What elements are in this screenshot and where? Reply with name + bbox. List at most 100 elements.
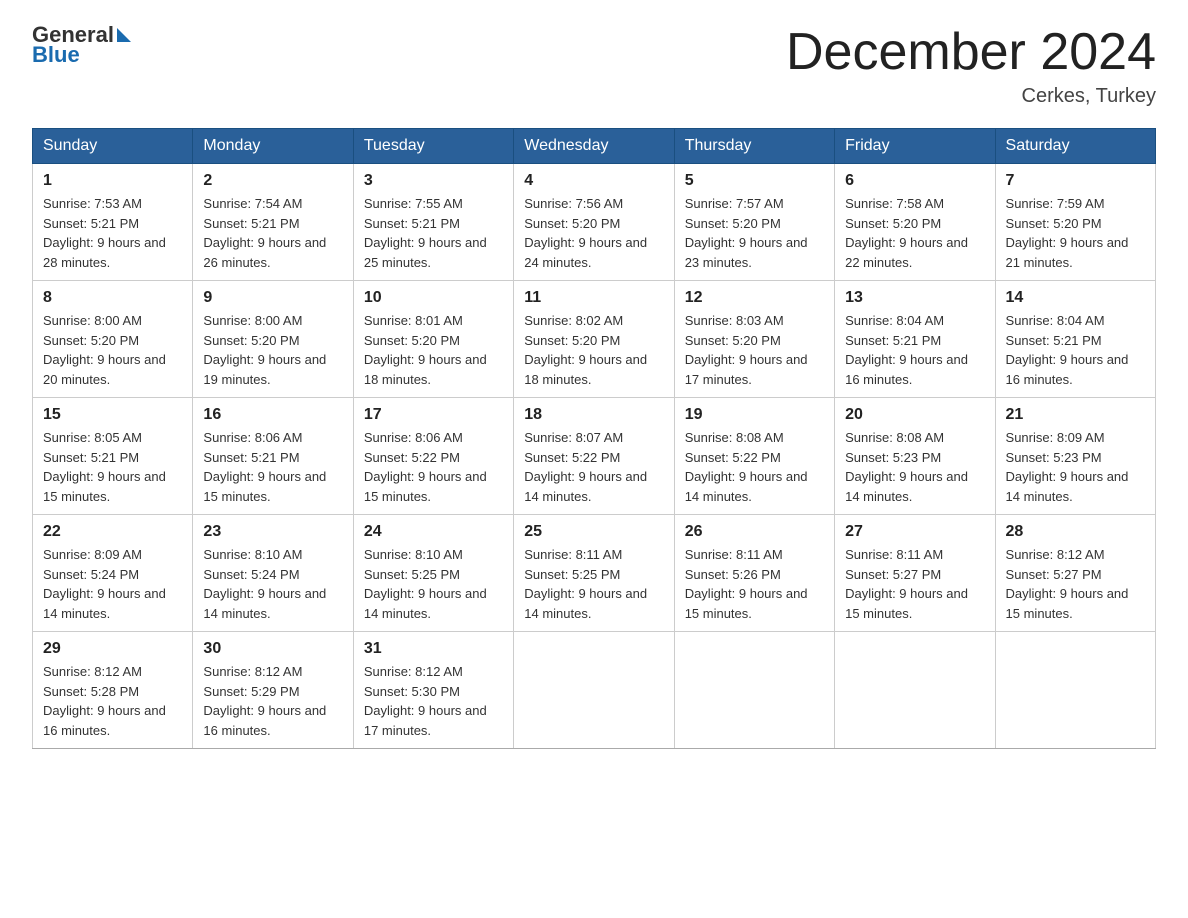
day-info: Sunrise: 7:53 AM Sunset: 5:21 PM Dayligh…: [43, 194, 182, 272]
calendar-cell: 16 Sunrise: 8:06 AM Sunset: 5:21 PM Dayl…: [193, 398, 353, 515]
day-of-week-friday: Friday: [835, 129, 995, 164]
day-number: 11: [524, 289, 663, 307]
day-info: Sunrise: 8:01 AM Sunset: 5:20 PM Dayligh…: [364, 311, 503, 389]
day-number: 6: [845, 172, 984, 190]
calendar-cell: 30 Sunrise: 8:12 AM Sunset: 5:29 PM Dayl…: [193, 632, 353, 749]
day-info: Sunrise: 8:06 AM Sunset: 5:22 PM Dayligh…: [364, 428, 503, 506]
calendar-cell: 22 Sunrise: 8:09 AM Sunset: 5:24 PM Dayl…: [33, 515, 193, 632]
week-row-5: 29 Sunrise: 8:12 AM Sunset: 5:28 PM Dayl…: [33, 632, 1156, 749]
location-text: Cerkes, Turkey: [786, 85, 1156, 108]
day-info: Sunrise: 8:04 AM Sunset: 5:21 PM Dayligh…: [845, 311, 984, 389]
day-number: 24: [364, 523, 503, 541]
calendar-cell: 14 Sunrise: 8:04 AM Sunset: 5:21 PM Dayl…: [995, 281, 1155, 398]
day-info: Sunrise: 8:12 AM Sunset: 5:28 PM Dayligh…: [43, 662, 182, 740]
calendar-cell: 23 Sunrise: 8:10 AM Sunset: 5:24 PM Dayl…: [193, 515, 353, 632]
calendar-cell: [995, 632, 1155, 749]
logo-arrow-icon: [117, 28, 131, 42]
day-number: 20: [845, 406, 984, 424]
calendar-cell: 28 Sunrise: 8:12 AM Sunset: 5:27 PM Dayl…: [995, 515, 1155, 632]
day-info: Sunrise: 7:59 AM Sunset: 5:20 PM Dayligh…: [1006, 194, 1145, 272]
week-row-2: 8 Sunrise: 8:00 AM Sunset: 5:20 PM Dayli…: [33, 281, 1156, 398]
logo: General Blue: [32, 24, 131, 66]
day-of-week-sunday: Sunday: [33, 129, 193, 164]
calendar-cell: 20 Sunrise: 8:08 AM Sunset: 5:23 PM Dayl…: [835, 398, 995, 515]
day-number: 27: [845, 523, 984, 541]
calendar-cell: [835, 632, 995, 749]
day-number: 3: [364, 172, 503, 190]
day-info: Sunrise: 8:10 AM Sunset: 5:24 PM Dayligh…: [203, 545, 342, 623]
day-number: 31: [364, 640, 503, 658]
day-of-week-saturday: Saturday: [995, 129, 1155, 164]
calendar-cell: 13 Sunrise: 8:04 AM Sunset: 5:21 PM Dayl…: [835, 281, 995, 398]
day-info: Sunrise: 8:08 AM Sunset: 5:23 PM Dayligh…: [845, 428, 984, 506]
day-info: Sunrise: 8:10 AM Sunset: 5:25 PM Dayligh…: [364, 545, 503, 623]
day-number: 25: [524, 523, 663, 541]
day-number: 15: [43, 406, 182, 424]
calendar-cell: 24 Sunrise: 8:10 AM Sunset: 5:25 PM Dayl…: [353, 515, 513, 632]
week-row-1: 1 Sunrise: 7:53 AM Sunset: 5:21 PM Dayli…: [33, 164, 1156, 281]
day-info: Sunrise: 8:11 AM Sunset: 5:27 PM Dayligh…: [845, 545, 984, 623]
calendar-cell: 27 Sunrise: 8:11 AM Sunset: 5:27 PM Dayl…: [835, 515, 995, 632]
calendar-cell: 3 Sunrise: 7:55 AM Sunset: 5:21 PM Dayli…: [353, 164, 513, 281]
calendar-cell: 15 Sunrise: 8:05 AM Sunset: 5:21 PM Dayl…: [33, 398, 193, 515]
day-of-week-thursday: Thursday: [674, 129, 834, 164]
day-of-week-monday: Monday: [193, 129, 353, 164]
day-of-week-tuesday: Tuesday: [353, 129, 513, 164]
day-info: Sunrise: 7:56 AM Sunset: 5:20 PM Dayligh…: [524, 194, 663, 272]
calendar-cell: 8 Sunrise: 8:00 AM Sunset: 5:20 PM Dayli…: [33, 281, 193, 398]
calendar-cell: 12 Sunrise: 8:03 AM Sunset: 5:20 PM Dayl…: [674, 281, 834, 398]
day-number: 5: [685, 172, 824, 190]
calendar-cell: 25 Sunrise: 8:11 AM Sunset: 5:25 PM Dayl…: [514, 515, 674, 632]
day-info: Sunrise: 8:11 AM Sunset: 5:25 PM Dayligh…: [524, 545, 663, 623]
calendar-cell: 19 Sunrise: 8:08 AM Sunset: 5:22 PM Dayl…: [674, 398, 834, 515]
day-info: Sunrise: 8:12 AM Sunset: 5:30 PM Dayligh…: [364, 662, 503, 740]
day-info: Sunrise: 8:03 AM Sunset: 5:20 PM Dayligh…: [685, 311, 824, 389]
day-number: 21: [1006, 406, 1145, 424]
day-info: Sunrise: 7:58 AM Sunset: 5:20 PM Dayligh…: [845, 194, 984, 272]
week-row-3: 15 Sunrise: 8:05 AM Sunset: 5:21 PM Dayl…: [33, 398, 1156, 515]
calendar-cell: 6 Sunrise: 7:58 AM Sunset: 5:20 PM Dayli…: [835, 164, 995, 281]
calendar-cell: [674, 632, 834, 749]
day-number: 23: [203, 523, 342, 541]
day-info: Sunrise: 8:00 AM Sunset: 5:20 PM Dayligh…: [43, 311, 182, 389]
day-number: 8: [43, 289, 182, 307]
day-number: 12: [685, 289, 824, 307]
calendar-cell: 4 Sunrise: 7:56 AM Sunset: 5:20 PM Dayli…: [514, 164, 674, 281]
day-number: 29: [43, 640, 182, 658]
day-info: Sunrise: 8:07 AM Sunset: 5:22 PM Dayligh…: [524, 428, 663, 506]
day-info: Sunrise: 8:04 AM Sunset: 5:21 PM Dayligh…: [1006, 311, 1145, 389]
day-number: 14: [1006, 289, 1145, 307]
calendar-cell: 11 Sunrise: 8:02 AM Sunset: 5:20 PM Dayl…: [514, 281, 674, 398]
calendar-cell: 21 Sunrise: 8:09 AM Sunset: 5:23 PM Dayl…: [995, 398, 1155, 515]
title-area: December 2024 Cerkes, Turkey: [786, 24, 1156, 108]
calendar-cell: 17 Sunrise: 8:06 AM Sunset: 5:22 PM Dayl…: [353, 398, 513, 515]
calendar-cell: 1 Sunrise: 7:53 AM Sunset: 5:21 PM Dayli…: [33, 164, 193, 281]
calendar-cell: 10 Sunrise: 8:01 AM Sunset: 5:20 PM Dayl…: [353, 281, 513, 398]
calendar-cell: [514, 632, 674, 749]
calendar-cell: 18 Sunrise: 8:07 AM Sunset: 5:22 PM Dayl…: [514, 398, 674, 515]
day-info: Sunrise: 8:09 AM Sunset: 5:23 PM Dayligh…: [1006, 428, 1145, 506]
day-number: 10: [364, 289, 503, 307]
day-info: Sunrise: 8:08 AM Sunset: 5:22 PM Dayligh…: [685, 428, 824, 506]
calendar-cell: 7 Sunrise: 7:59 AM Sunset: 5:20 PM Dayli…: [995, 164, 1155, 281]
calendar-table: SundayMondayTuesdayWednesdayThursdayFrid…: [32, 128, 1156, 749]
day-number: 4: [524, 172, 663, 190]
day-info: Sunrise: 8:00 AM Sunset: 5:20 PM Dayligh…: [203, 311, 342, 389]
day-number: 16: [203, 406, 342, 424]
calendar-cell: 29 Sunrise: 8:12 AM Sunset: 5:28 PM Dayl…: [33, 632, 193, 749]
day-info: Sunrise: 7:57 AM Sunset: 5:20 PM Dayligh…: [685, 194, 824, 272]
day-number: 13: [845, 289, 984, 307]
days-of-week-row: SundayMondayTuesdayWednesdayThursdayFrid…: [33, 129, 1156, 164]
day-number: 22: [43, 523, 182, 541]
calendar-cell: 26 Sunrise: 8:11 AM Sunset: 5:26 PM Dayl…: [674, 515, 834, 632]
day-info: Sunrise: 8:09 AM Sunset: 5:24 PM Dayligh…: [43, 545, 182, 623]
day-info: Sunrise: 8:05 AM Sunset: 5:21 PM Dayligh…: [43, 428, 182, 506]
logo-blue-text: Blue: [32, 44, 131, 66]
calendar-cell: 5 Sunrise: 7:57 AM Sunset: 5:20 PM Dayli…: [674, 164, 834, 281]
day-number: 1: [43, 172, 182, 190]
day-number: 19: [685, 406, 824, 424]
day-number: 26: [685, 523, 824, 541]
calendar-cell: 9 Sunrise: 8:00 AM Sunset: 5:20 PM Dayli…: [193, 281, 353, 398]
day-info: Sunrise: 7:54 AM Sunset: 5:21 PM Dayligh…: [203, 194, 342, 272]
day-info: Sunrise: 8:11 AM Sunset: 5:26 PM Dayligh…: [685, 545, 824, 623]
